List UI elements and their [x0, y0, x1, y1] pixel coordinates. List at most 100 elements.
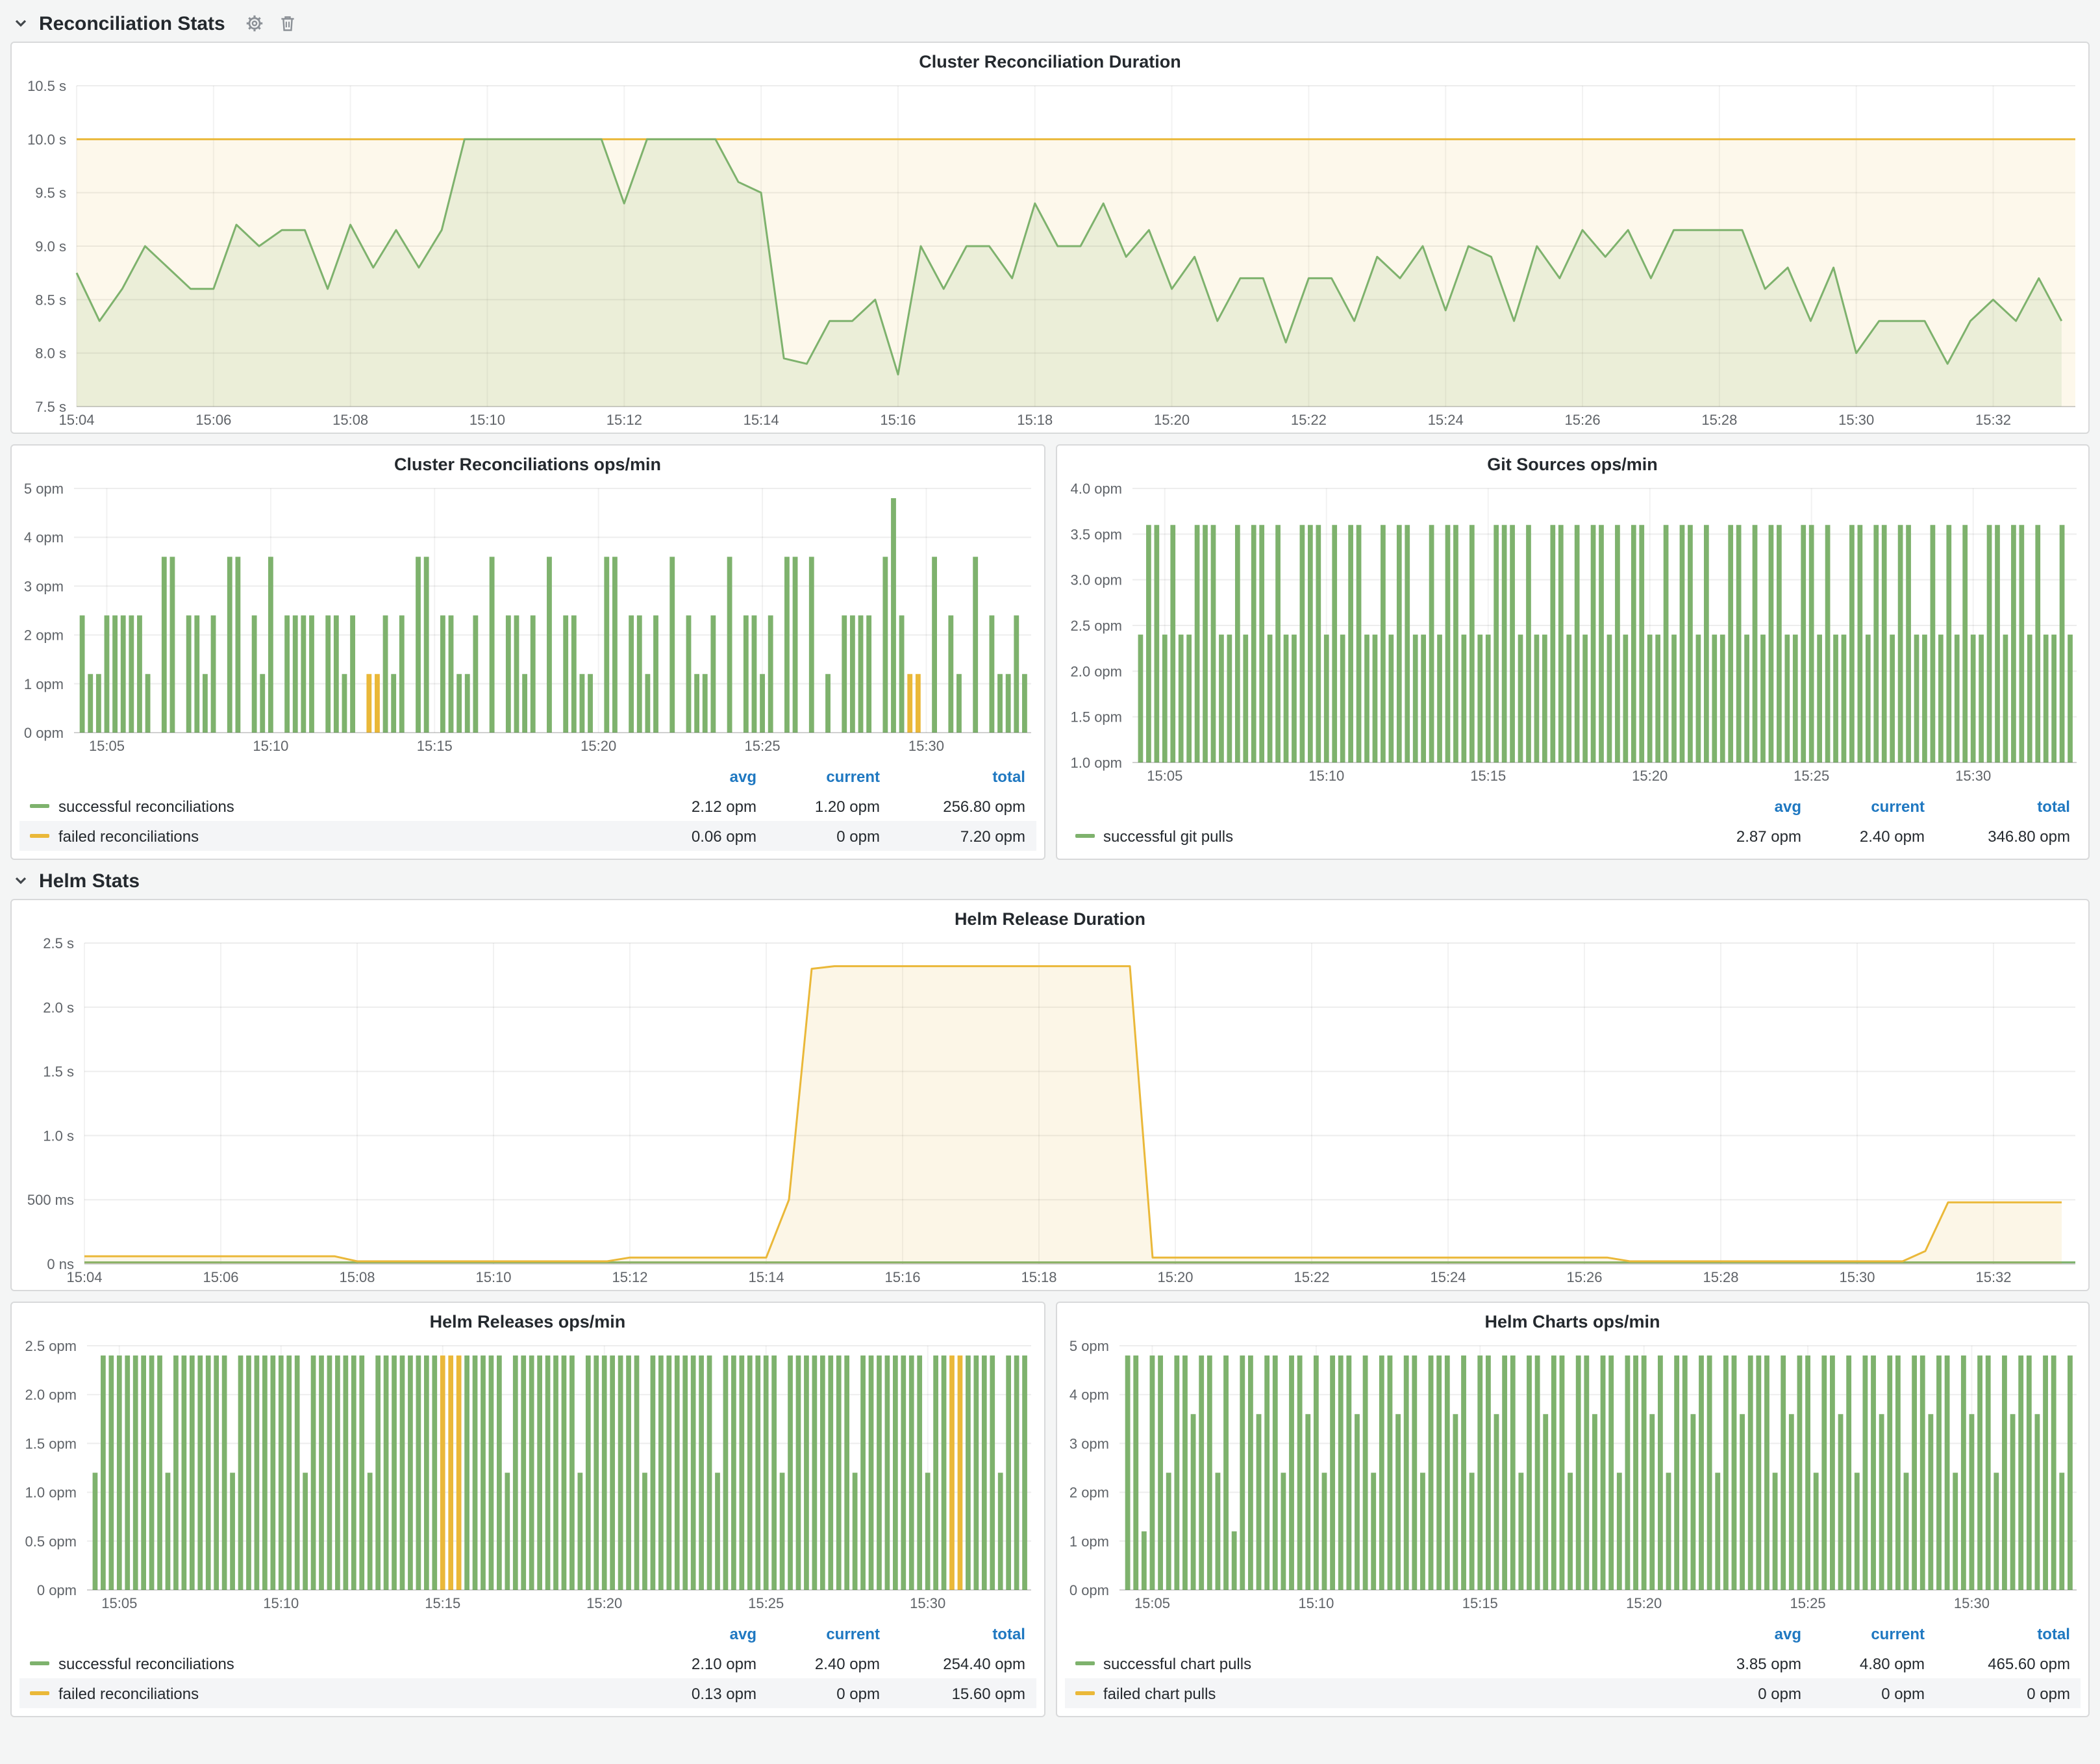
svg-text:15:30: 15:30 — [1838, 412, 1874, 428]
svg-text:15:25: 15:25 — [1793, 768, 1829, 784]
legend-git-sources: avg current total successful git pulls 2… — [1056, 788, 2088, 859]
row-title-reconciliation-stats[interactable]: Reconciliation Stats — [39, 12, 225, 34]
panel-helm-release-duration: Helm Release Duration 0 ns500 ms1.0 s1.5… — [10, 899, 2090, 1291]
svg-text:2 opm: 2 opm — [24, 627, 64, 644]
legend-cluster-reconciliations: avg current total successful reconciliat… — [12, 759, 1044, 859]
gear-icon[interactable] — [246, 14, 264, 32]
legend-current-value: 2.40 opm — [756, 1654, 880, 1672]
svg-text:15:16: 15:16 — [884, 1269, 920, 1285]
svg-text:15:30: 15:30 — [1839, 1269, 1875, 1285]
svg-text:15:20: 15:20 — [1154, 412, 1190, 428]
legend-col-current[interactable]: current — [756, 767, 880, 785]
chevron-down-icon[interactable] — [13, 873, 29, 888]
trash-icon[interactable] — [280, 14, 297, 32]
svg-text:4.0 opm: 4.0 opm — [1070, 481, 1122, 497]
legend-header: avg current total — [19, 1619, 1036, 1648]
chart-helm-releases-opm[interactable]: 0 opm0.5 opm1.0 opm1.5 opm2.0 opm2.5 opm… — [12, 1335, 1044, 1616]
legend-avg-value: 2.87 opm — [1678, 827, 1801, 845]
legend-col-avg[interactable]: avg — [633, 767, 756, 785]
panel-title-cluster-reconciliations-opm[interactable]: Cluster Reconciliations ops/min — [12, 446, 1044, 478]
svg-text:15:30: 15:30 — [908, 738, 944, 754]
svg-text:15:10: 15:10 — [1297, 1595, 1333, 1611]
svg-text:2.5 s: 2.5 s — [43, 935, 74, 951]
legend-avg-value: 0.13 opm — [633, 1684, 756, 1702]
svg-text:15:10: 15:10 — [475, 1269, 511, 1285]
legend-col-avg[interactable]: avg — [1678, 797, 1801, 815]
legend-row-failed-chart-pulls: failed chart pulls 0 opm 0 opm 0 opm — [1064, 1678, 2081, 1708]
legend-current-value: 0 opm — [1801, 1684, 1925, 1702]
panel-cluster-reconciliation-duration: Cluster Reconciliation Duration 7.5 s8.0… — [10, 42, 2090, 434]
legend-col-total[interactable]: total — [1925, 1624, 2070, 1643]
svg-text:1.0 s: 1.0 s — [43, 1128, 74, 1144]
legend-avg-value: 0 opm — [1678, 1684, 1801, 1702]
legend-series-toggle[interactable]: failed reconciliations — [30, 1684, 633, 1702]
svg-text:10.0 s: 10.0 s — [27, 131, 66, 147]
svg-text:15:10: 15:10 — [263, 1595, 299, 1611]
legend-col-avg[interactable]: avg — [1678, 1624, 1801, 1643]
panel-title-helm-release-duration[interactable]: Helm Release Duration — [12, 900, 2088, 933]
svg-text:15:30: 15:30 — [1955, 768, 1990, 784]
legend-series-toggle[interactable]: successful reconciliations — [30, 1654, 633, 1672]
legend-col-current[interactable]: current — [1801, 1624, 1925, 1643]
legend-header: avg current total — [19, 761, 1036, 791]
panel-title-helm-releases-opm[interactable]: Helm Releases ops/min — [12, 1303, 1044, 1335]
svg-text:15:25: 15:25 — [745, 738, 781, 754]
svg-text:2 opm: 2 opm — [1069, 1485, 1108, 1501]
legend-total-value: 254.40 opm — [880, 1654, 1025, 1672]
legend-col-total[interactable]: total — [1925, 797, 2070, 815]
chart-helm-charts-opm[interactable]: 0 opm1 opm2 opm3 opm4 opm5 opm15:0515:10… — [1056, 1335, 2088, 1616]
chart-helm-release-duration[interactable]: 0 ns500 ms1.0 s1.5 s2.0 s2.5 s15:0415:06… — [12, 933, 2088, 1290]
svg-text:4 opm: 4 opm — [1069, 1387, 1108, 1403]
svg-text:15:04: 15:04 — [58, 412, 94, 428]
legend-series-toggle[interactable]: failed reconciliations — [30, 827, 633, 845]
svg-text:15:04: 15:04 — [66, 1269, 102, 1285]
svg-text:15:12: 15:12 — [606, 412, 642, 428]
svg-text:3 opm: 3 opm — [24, 578, 64, 594]
legend-col-current[interactable]: current — [756, 1624, 880, 1643]
svg-text:5 opm: 5 opm — [24, 481, 64, 497]
legend-row-failed-reconciliations: failed reconciliations 0.13 opm 0 opm 15… — [19, 1678, 1036, 1708]
legend-series-toggle[interactable]: successful reconciliations — [30, 797, 633, 815]
svg-text:9.5 s: 9.5 s — [35, 185, 66, 201]
svg-text:15:15: 15:15 — [1469, 768, 1505, 784]
svg-text:15:28: 15:28 — [1703, 1269, 1738, 1285]
svg-text:1.5 opm: 1.5 opm — [1070, 709, 1122, 725]
chart-cluster-reconciliation-duration[interactable]: 7.5 s8.0 s8.5 s9.0 s9.5 s10.0 s10.5 s15:… — [12, 75, 2088, 433]
panel-git-sources-opm: Git Sources ops/min 1.0 opm1.5 opm2.0 op… — [1055, 444, 2090, 860]
legend-series-toggle[interactable]: successful git pulls — [1075, 827, 1678, 845]
svg-text:1.5 s: 1.5 s — [43, 1064, 74, 1080]
legend-col-total[interactable]: total — [880, 1624, 1025, 1643]
legend-col-total[interactable]: total — [880, 767, 1025, 785]
svg-text:0 opm: 0 opm — [24, 725, 64, 741]
legend-col-current[interactable]: current — [1801, 797, 1925, 815]
legend-avg-value: 2.12 opm — [633, 797, 756, 815]
legend-series-toggle[interactable]: failed chart pulls — [1075, 1684, 1678, 1702]
legend-avg-value: 2.10 opm — [633, 1654, 756, 1672]
series-color-dash — [30, 1661, 49, 1665]
panel-helm-releases-opm: Helm Releases ops/min 0 opm0.5 opm1.0 op… — [10, 1302, 1045, 1717]
chart-git-sources-opm[interactable]: 1.0 opm1.5 opm2.0 opm2.5 opm3.0 opm3.5 o… — [1056, 478, 2088, 788]
svg-text:0 opm: 0 opm — [37, 1582, 77, 1598]
panel-title-cluster-reconciliation-duration[interactable]: Cluster Reconciliation Duration — [12, 43, 2088, 75]
legend-row-successful-chart-pulls: successful chart pulls 3.85 opm 4.80 opm… — [1064, 1648, 2081, 1678]
svg-text:15:10: 15:10 — [469, 412, 505, 428]
legend-helm-charts: avg current total successful chart pulls… — [1056, 1616, 2088, 1716]
legend-series-toggle[interactable]: successful chart pulls — [1075, 1654, 1678, 1672]
panel-title-git-sources-opm[interactable]: Git Sources ops/min — [1056, 446, 2088, 478]
chart-cluster-reconciliations-opm[interactable]: 0 opm1 opm2 opm3 opm4 opm5 opm15:0515:10… — [12, 478, 1044, 759]
svg-text:15:16: 15:16 — [880, 412, 916, 428]
chevron-down-icon[interactable] — [13, 16, 29, 31]
row-title-helm-stats[interactable]: Helm Stats — [39, 870, 140, 892]
legend-total-value: 0 opm — [1925, 1684, 2070, 1702]
svg-text:4 opm: 4 opm — [24, 529, 64, 546]
svg-text:15:28: 15:28 — [1701, 412, 1737, 428]
svg-text:15:30: 15:30 — [910, 1595, 945, 1611]
svg-text:2.0 opm: 2.0 opm — [1070, 663, 1122, 679]
svg-text:5 opm: 5 opm — [1069, 1338, 1108, 1354]
svg-text:15:06: 15:06 — [195, 412, 231, 428]
svg-text:15:26: 15:26 — [1565, 412, 1601, 428]
legend-row-successful-reconciliations: successful reconciliations 2.12 opm 1.20… — [19, 791, 1036, 821]
legend-col-avg[interactable]: avg — [633, 1624, 756, 1643]
svg-text:0.5 opm: 0.5 opm — [25, 1533, 77, 1550]
panel-title-helm-charts-opm[interactable]: Helm Charts ops/min — [1056, 1303, 2088, 1335]
